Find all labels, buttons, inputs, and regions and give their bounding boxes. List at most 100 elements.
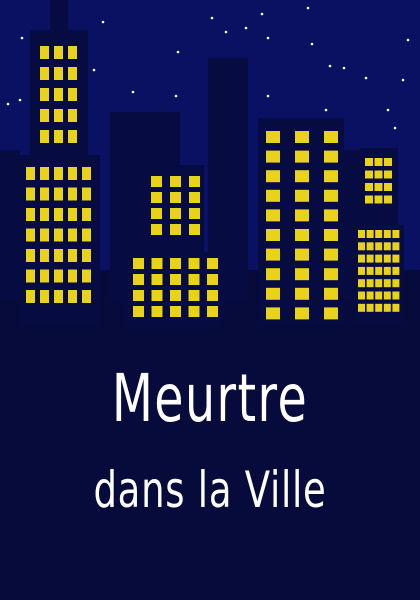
window: [324, 248, 338, 261]
window: [26, 167, 35, 180]
star: [266, 94, 270, 98]
window: [82, 228, 91, 242]
window: [207, 306, 218, 317]
window: [40, 208, 49, 221]
window: [68, 228, 77, 242]
window: [170, 208, 181, 219]
window: [295, 229, 309, 241]
window: [82, 187, 91, 201]
window: [324, 268, 338, 281]
window: [40, 187, 49, 201]
poster-title: Meurtre: [111, 360, 309, 437]
window: [358, 230, 365, 238]
window: [383, 303, 391, 312]
window: [392, 242, 400, 251]
window: [295, 307, 309, 320]
window: [170, 258, 181, 269]
window: [151, 208, 162, 219]
window: [54, 167, 63, 180]
window: [68, 269, 77, 283]
star: [386, 108, 390, 112]
window: [266, 248, 280, 261]
window: [151, 258, 163, 269]
star: [6, 102, 10, 106]
window: [68, 46, 77, 59]
star: [174, 94, 178, 98]
window: [374, 183, 383, 191]
window: [133, 290, 144, 301]
window: [324, 287, 338, 300]
window: [170, 176, 181, 187]
window: [26, 290, 35, 303]
star: [224, 30, 228, 34]
building-back-left: [0, 150, 20, 300]
window: [392, 230, 400, 238]
window: [151, 274, 163, 285]
star: [401, 78, 405, 82]
window: [68, 290, 77, 303]
window: [82, 167, 91, 180]
window: [189, 208, 200, 219]
window: [54, 249, 63, 262]
window: [82, 208, 91, 221]
window: [68, 208, 77, 221]
star: [406, 38, 410, 42]
window: [324, 209, 338, 222]
window: [375, 291, 383, 300]
window: [133, 306, 144, 317]
window: [375, 242, 383, 251]
window: [54, 130, 63, 143]
window: [26, 269, 35, 283]
window: [54, 187, 63, 201]
window: [170, 224, 181, 235]
window: [54, 109, 63, 122]
window: [324, 170, 338, 183]
window: [189, 176, 200, 187]
window: [324, 150, 338, 163]
window: [392, 279, 400, 288]
window: [266, 170, 280, 183]
window: [383, 254, 391, 263]
window: [295, 150, 309, 163]
window: [324, 131, 338, 143]
window: [26, 208, 35, 221]
star: [244, 26, 248, 30]
window: [68, 109, 77, 122]
window: [384, 183, 392, 191]
window: [366, 291, 374, 300]
window: [375, 279, 383, 288]
window: [366, 242, 374, 251]
window: [40, 249, 49, 262]
star: [306, 6, 310, 10]
window: [40, 290, 49, 303]
window: [266, 209, 280, 222]
window: [82, 290, 91, 303]
window: [266, 268, 280, 281]
star: [92, 68, 96, 72]
window: [358, 242, 365, 251]
window: [383, 230, 391, 238]
window: [82, 249, 91, 262]
window: [207, 290, 218, 301]
window: [358, 279, 365, 288]
star: [210, 16, 214, 20]
star: [101, 20, 105, 24]
window: [295, 287, 309, 300]
window: [54, 269, 63, 283]
window: [54, 290, 63, 303]
window: [54, 46, 63, 59]
window: [151, 290, 163, 301]
poster-subtitle: dans la Ville: [93, 461, 327, 519]
window: [40, 109, 49, 122]
window: [365, 195, 373, 204]
window: [384, 195, 392, 204]
window: [392, 254, 400, 263]
window: [266, 287, 280, 300]
window: [82, 269, 91, 283]
star: [260, 12, 264, 16]
window: [324, 307, 338, 320]
window: [170, 306, 181, 317]
building-tower-1-antenna: [50, 0, 68, 32]
window: [358, 254, 365, 263]
window: [366, 230, 374, 238]
